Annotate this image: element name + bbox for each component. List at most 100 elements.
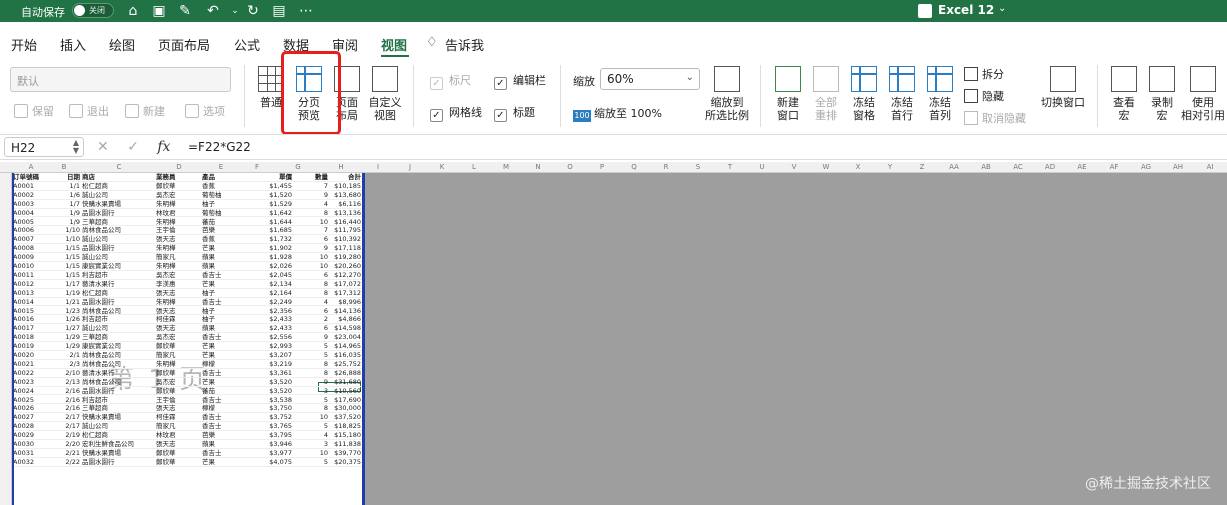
table-cell[interactable]: 2/16 xyxy=(50,387,80,396)
column-header[interactable]: D xyxy=(172,163,186,171)
table-row[interactable]: A0014 1/21 品園水園行 朱明樺 香吉士 $2,249 4 $8,996 xyxy=(12,298,362,307)
table-cell[interactable]: 鄭欣華 xyxy=(156,387,200,396)
title-chevron-icon[interactable]: ⌄ xyxy=(998,3,1006,14)
table-cell[interactable]: $17,312 xyxy=(318,289,361,298)
table-row[interactable]: A0023 2/13 尚林食品公司 吳杰宏 芒果 $3,520 9 $31,680 xyxy=(12,378,362,387)
table-row[interactable]: A0026 2/16 三華超商 張天志 檸檬 $3,750 8 $30,000 xyxy=(12,404,362,414)
table-cell[interactable]: $3,520 xyxy=(244,387,292,396)
column-header[interactable]: AE xyxy=(1075,163,1089,171)
table-cell[interactable]: $16,440 xyxy=(318,218,361,227)
column-header[interactable]: AH xyxy=(1171,163,1185,171)
table-cell[interactable]: 2/10 xyxy=(50,369,80,378)
headings-checkbox[interactable]: ✓ 标题 xyxy=(494,104,535,122)
table-cell[interactable]: $2,433 xyxy=(244,324,292,333)
table-cell[interactable]: 品園水園行 xyxy=(82,298,154,307)
table-cell[interactable]: 鄭欣華 xyxy=(156,342,200,351)
table-cell[interactable]: 張天志 xyxy=(156,324,200,333)
table-cell[interactable]: 簡家凡 xyxy=(156,422,200,431)
table-cell[interactable]: 王宇倫 xyxy=(156,396,200,405)
table-cell[interactable]: 品園水園行 xyxy=(82,244,154,253)
table-cell[interactable]: 快購水果賣場 xyxy=(82,449,154,458)
table-row[interactable]: A0008 1/15 品園水園行 朱明樺 芒果 $1,902 9 $17,118 xyxy=(12,244,362,254)
table-cell[interactable]: 蘋果 xyxy=(202,440,242,449)
column-header[interactable]: AF xyxy=(1107,163,1121,171)
undo-icon[interactable]: ↶ xyxy=(204,2,222,20)
table-row[interactable]: A0021 2/3 尚林食品公司 朱明樺 檸檬 $3,219 8 $25,752 xyxy=(12,360,362,369)
table-cell[interactable]: 2/16 xyxy=(50,404,80,413)
table-cell[interactable]: $2,356 xyxy=(244,307,292,316)
table-cell[interactable]: 三華超商 xyxy=(82,333,154,342)
table-cell[interactable]: A0028 xyxy=(13,422,49,431)
table-cell[interactable]: 簡家凡 xyxy=(156,253,200,262)
column-header[interactable]: AC xyxy=(1011,163,1025,171)
table-cell[interactable]: 檸檬 xyxy=(202,404,242,413)
column-header[interactable]: AB xyxy=(979,163,993,171)
table-cell[interactable]: A0020 xyxy=(13,351,49,360)
table-cell[interactable]: 1/17 xyxy=(50,280,80,289)
table-cell[interactable]: 快購水果賣場 xyxy=(82,413,154,422)
table-cell[interactable]: 蕃茄 xyxy=(202,218,242,227)
table-cell[interactable]: $1,644 xyxy=(244,218,292,227)
table-cell[interactable]: 1/15 xyxy=(50,271,80,280)
table-cell[interactable]: 利吉超市 xyxy=(82,396,154,405)
table-cell[interactable]: 1/23 xyxy=(50,307,80,316)
column-header[interactable]: N xyxy=(531,163,545,171)
keep-view-button[interactable]: 保留 xyxy=(14,103,54,119)
table-row[interactable]: A0004 1/9 品園水園行 林玟君 葡萄柚 $1,642 8 $13,136 xyxy=(12,209,362,218)
table-cell[interactable]: $30,000 xyxy=(318,404,361,413)
table-cell[interactable]: 柚子 xyxy=(202,200,242,209)
table-cell[interactable]: $3,977 xyxy=(244,449,292,458)
sheet-view-select[interactable]: 默认 xyxy=(10,67,231,92)
table-cell[interactable]: $1,642 xyxy=(244,209,292,218)
tab-tell-me[interactable]: 告诉我 xyxy=(445,35,484,54)
table-cell[interactable]: $13,680 xyxy=(318,191,361,200)
table-cell[interactable]: $2,433 xyxy=(244,315,292,324)
ruler-checkbox[interactable]: ✓ 标尺 xyxy=(430,72,471,90)
table-cell[interactable]: 朱明樺 xyxy=(156,244,200,253)
table-cell[interactable]: 订单號碼 xyxy=(13,173,49,182)
table-cell[interactable]: 誠山公司 xyxy=(82,324,154,333)
column-header[interactable]: J xyxy=(403,163,417,171)
table-cell[interactable]: 1/15 xyxy=(50,262,80,271)
table-cell[interactable]: 2/17 xyxy=(50,413,80,422)
table-cell[interactable]: 芭樂 xyxy=(202,431,242,440)
table-cell[interactable]: A0016 xyxy=(13,315,49,324)
table-cell[interactable]: 鄭欣華 xyxy=(156,369,200,378)
column-header[interactable]: G xyxy=(291,163,305,171)
table-cell[interactable]: A0012 xyxy=(13,280,49,289)
table-cell[interactable]: 1/6 xyxy=(50,191,80,200)
tab-view[interactable]: 视图 xyxy=(381,35,407,54)
table-row[interactable]: A0027 2/17 快購水果賣場 柯佳霖 香吉士 $3,752 10 $37,520 xyxy=(12,413,362,423)
table-cell[interactable]: 合計 xyxy=(318,173,361,182)
column-header[interactable]: Z xyxy=(915,163,929,171)
table-cell[interactable]: $26,888 xyxy=(318,369,361,378)
tab-draw[interactable]: 绘图 xyxy=(109,35,135,54)
table-cell[interactable]: $1,529 xyxy=(244,200,292,209)
table-cell[interactable]: 快購水果賣場 xyxy=(82,200,154,209)
table-cell[interactable]: $18,825 xyxy=(318,422,361,431)
table-cell[interactable]: 宏利生鮮食品公司 xyxy=(82,440,154,449)
table-cell[interactable]: A0015 xyxy=(13,307,49,316)
table-cell[interactable]: 朱明樺 xyxy=(156,262,200,271)
column-header[interactable]: Q xyxy=(627,163,641,171)
column-header[interactable]: S xyxy=(691,163,705,171)
table-cell[interactable]: 張天志 xyxy=(156,404,200,413)
table-cell[interactable]: $11,795 xyxy=(318,226,361,235)
table-row[interactable]: A0005 1/9 三華超商 朱明樺 蕃茄 $1,644 10 $16,440 xyxy=(12,218,362,227)
table-cell[interactable]: 日期 xyxy=(50,173,80,182)
table-cell[interactable]: 2/19 xyxy=(50,431,80,440)
table-cell[interactable]: 1/9 xyxy=(50,209,80,218)
table-cell[interactable]: 朱明樺 xyxy=(156,298,200,307)
table-cell[interactable]: 1/26 xyxy=(50,315,80,324)
column-header[interactable]: AD xyxy=(1043,163,1057,171)
table-cell[interactable]: 蘋果 xyxy=(202,253,242,262)
table-cell[interactable]: 芒果 xyxy=(202,244,242,253)
name-box[interactable]: H22 ▲ ▼ xyxy=(4,137,84,157)
table-cell[interactable]: 1/10 xyxy=(50,235,80,244)
table-cell[interactable]: 香蕉 xyxy=(202,182,242,191)
table-cell[interactable]: A0032 xyxy=(13,458,49,467)
table-cell[interactable]: A0022 xyxy=(13,369,49,378)
table-cell[interactable]: $3,361 xyxy=(244,369,292,378)
table-cell[interactable]: $4,075 xyxy=(244,458,292,467)
exit-view-button[interactable]: 退出 xyxy=(69,103,109,119)
